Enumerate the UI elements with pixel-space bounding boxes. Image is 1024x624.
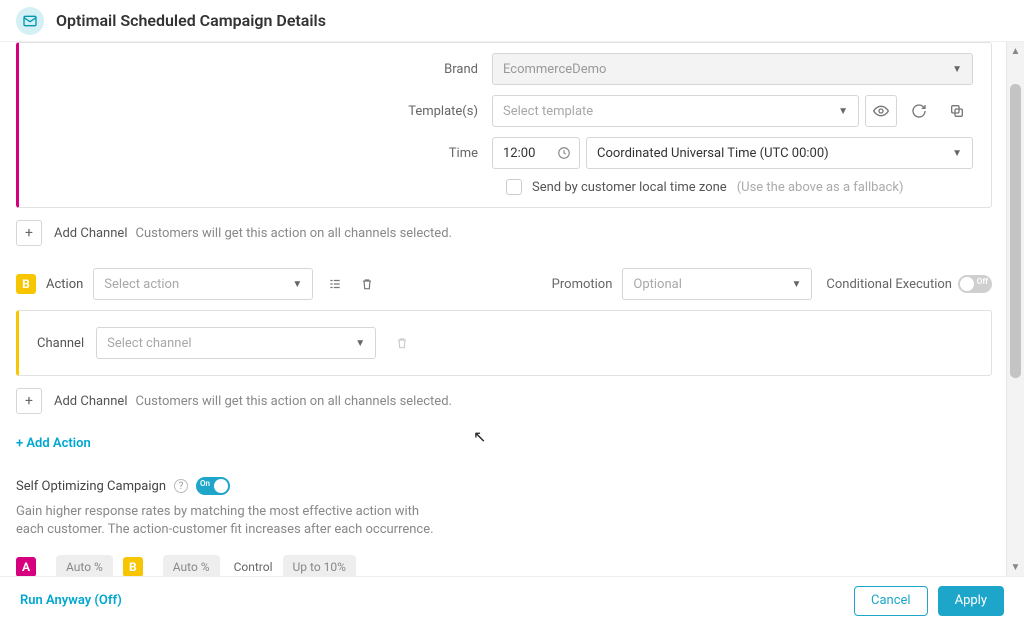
chevron-down-icon: ▼ bbox=[838, 106, 848, 117]
templates-placeholder: Select template bbox=[503, 104, 593, 119]
self-optimizing-description: Gain higher response rates by matching t… bbox=[16, 503, 436, 539]
action-b-badge: B bbox=[16, 274, 36, 294]
add-channel-button-b[interactable]: + bbox=[16, 388, 42, 414]
channel-placeholder: Select channel bbox=[107, 336, 191, 351]
alloc-b-badge: B bbox=[123, 557, 143, 576]
alloc-a-badge: A bbox=[16, 557, 36, 576]
self-optimizing-toggle[interactable]: On bbox=[196, 477, 230, 495]
toggle-state-text: On bbox=[200, 479, 210, 488]
action-label: Action bbox=[46, 277, 83, 292]
chevron-down-icon: ▼ bbox=[952, 148, 962, 159]
run-anyway-link[interactable]: Run Anyway (Off) bbox=[20, 593, 122, 608]
brand-select[interactable]: EcommerceDemo ▼ bbox=[492, 53, 973, 85]
copy-icon[interactable] bbox=[941, 95, 973, 127]
channel-label: Channel bbox=[37, 336, 84, 351]
promotion-label: Promotion bbox=[552, 277, 613, 292]
action-b-header: B Action Select action ▼ Promotion Optio… bbox=[16, 268, 992, 300]
help-icon[interactable]: ? bbox=[174, 479, 188, 493]
scrollbar[interactable]: ▲ ▼ bbox=[1006, 42, 1024, 576]
time-label: Time bbox=[37, 146, 492, 161]
delete-action-icon[interactable] bbox=[351, 268, 383, 300]
tree-icon[interactable] bbox=[319, 268, 351, 300]
toggle-state-text: Off bbox=[977, 277, 988, 286]
time-input[interactable]: 12:00 bbox=[492, 137, 580, 169]
add-channel-label: Add Channel bbox=[54, 226, 127, 241]
channel-select[interactable]: Select channel ▼ bbox=[96, 327, 376, 359]
add-channel-hint-b: Customers will get this action on all ch… bbox=[135, 394, 451, 409]
action-b-channel-block: Channel Select channel ▼ bbox=[16, 310, 992, 376]
chevron-down-icon: ▼ bbox=[292, 279, 302, 290]
chevron-down-icon: ▼ bbox=[791, 279, 801, 290]
add-channel-button[interactable]: + bbox=[16, 220, 42, 246]
scroll-down-icon[interactable]: ▼ bbox=[1007, 558, 1024, 576]
local-tz-checkbox[interactable] bbox=[506, 179, 522, 195]
scroll-thumb[interactable] bbox=[1010, 84, 1021, 378]
promotion-select[interactable]: Optional ▼ bbox=[622, 268, 812, 300]
conditional-execution-label: Conditional Execution bbox=[826, 277, 952, 292]
preview-icon[interactable] bbox=[865, 95, 897, 127]
add-channel-hint: Customers will get this action on all ch… bbox=[135, 226, 451, 241]
promotion-placeholder: Optional bbox=[633, 277, 681, 292]
brand-value: EcommerceDemo bbox=[503, 62, 606, 77]
action-a-channel-block: Brand EcommerceDemo ▼ Template(s) Select… bbox=[16, 42, 992, 208]
local-tz-label: Send by customer local time zone bbox=[532, 180, 727, 195]
alloc-a-pct[interactable]: Auto % bbox=[56, 555, 113, 576]
timezone-value: Coordinated Universal Time (UTC 00:00) bbox=[597, 146, 829, 161]
timezone-select[interactable]: Coordinated Universal Time (UTC 00:00) ▼ bbox=[586, 137, 973, 169]
refresh-icon[interactable] bbox=[903, 95, 935, 127]
chevron-down-icon: ▼ bbox=[355, 338, 365, 349]
dialog-footer: Run Anyway (Off) Cancel Apply bbox=[0, 576, 1024, 624]
apply-button[interactable]: Apply bbox=[938, 586, 1004, 616]
templates-label: Template(s) bbox=[37, 104, 492, 119]
add-action-link[interactable]: + Add Action bbox=[16, 436, 91, 451]
page-title: Optimail Scheduled Campaign Details bbox=[56, 11, 326, 30]
dialog-header: Optimail Scheduled Campaign Details bbox=[0, 0, 1024, 42]
local-tz-hint: (Use the above as a fallback) bbox=[737, 180, 904, 195]
conditional-execution-toggle[interactable]: Off bbox=[958, 275, 992, 293]
action-select[interactable]: Select action ▼ bbox=[93, 268, 313, 300]
email-icon bbox=[16, 7, 44, 35]
templates-select[interactable]: Select template ▼ bbox=[492, 95, 859, 127]
alloc-b-pct[interactable]: Auto % bbox=[163, 555, 220, 576]
add-channel-label-b: Add Channel bbox=[54, 394, 127, 409]
scroll-up-icon[interactable]: ▲ bbox=[1007, 42, 1024, 60]
control-pct[interactable]: Up to 10% bbox=[283, 555, 356, 576]
self-optimizing-label: Self Optimizing Campaign bbox=[16, 479, 166, 494]
control-label: Control bbox=[234, 560, 273, 574]
delete-channel-icon[interactable] bbox=[386, 327, 418, 359]
brand-label: Brand bbox=[37, 62, 492, 77]
time-value: 12:00 bbox=[503, 146, 535, 161]
action-select-placeholder: Select action bbox=[104, 277, 179, 292]
chevron-down-icon: ▼ bbox=[952, 64, 962, 75]
clock-icon bbox=[557, 146, 571, 160]
cancel-button[interactable]: Cancel bbox=[854, 586, 928, 616]
main-content: Brand EcommerceDemo ▼ Template(s) Select… bbox=[0, 42, 1004, 576]
allocation-row: A Auto % B Auto % Control Up to 10% bbox=[16, 555, 992, 576]
